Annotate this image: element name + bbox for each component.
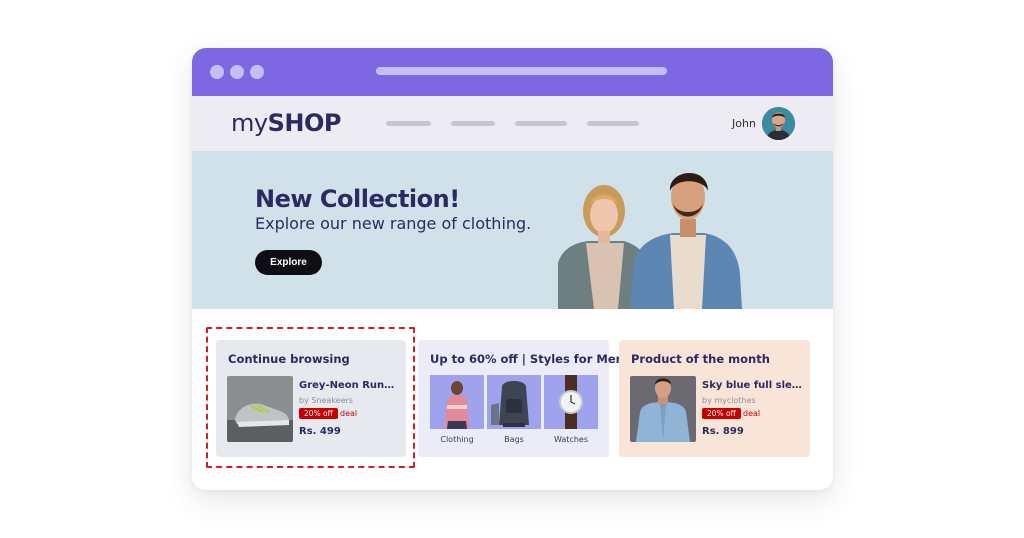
hero-subtitle: Explore our new range of clothing. xyxy=(255,214,532,233)
shirt-photo-icon xyxy=(630,376,696,442)
nav-link-placeholder[interactable] xyxy=(451,121,495,126)
product-of-month-card[interactable]: Product of the month Sky blue full sleev… xyxy=(619,340,810,457)
styles-for-men-card[interactable]: Up to 60% off | Styles for Men Clothing … xyxy=(418,340,624,457)
nav-link-placeholder[interactable] xyxy=(587,121,639,126)
product-price: Rs. 899 xyxy=(702,426,744,437)
window-dot-icon[interactable] xyxy=(210,65,224,79)
window-dot-icon[interactable] xyxy=(250,65,264,79)
user-avatar-icon xyxy=(762,107,795,140)
logo-my-text: my xyxy=(231,109,268,137)
product-price: Rs. 499 xyxy=(299,426,341,437)
address-bar[interactable] xyxy=(376,67,667,75)
nav-link-placeholder[interactable] xyxy=(515,121,567,126)
category-bags-tile[interactable] xyxy=(487,375,541,429)
continue-browsing-card[interactable]: Continue browsing Grey-Neon Runni.. by S… xyxy=(216,340,406,457)
bag-photo-icon xyxy=(487,375,541,429)
deal-label: deal xyxy=(743,409,761,418)
sneaker-photo-icon xyxy=(227,376,293,442)
site-logo[interactable]: mySHOP xyxy=(231,109,341,137)
product-name[interactable]: Sky blue full sleev... xyxy=(702,380,802,391)
category-label[interactable]: Bags xyxy=(487,435,541,444)
browser-window: mySHOP John New Collection! Explore our … xyxy=(192,48,833,490)
discount-badge: 20% off xyxy=(299,408,338,419)
logo-shop-text: SHOP xyxy=(267,109,342,137)
card-title: Continue browsing xyxy=(228,352,350,366)
hero-couple-photo xyxy=(558,172,742,309)
card-title: Up to 60% off | Styles for Men xyxy=(430,352,624,366)
product-brand: by Sneakeers xyxy=(299,396,353,405)
nav-link-placeholder[interactable] xyxy=(386,121,431,126)
user-avatar[interactable] xyxy=(762,107,795,140)
window-dot-icon[interactable] xyxy=(230,65,244,79)
discount-badge: 20% off xyxy=(702,408,741,419)
site-navbar: mySHOP John xyxy=(192,96,833,151)
shirt-thumbnail[interactable] xyxy=(630,376,696,442)
deal-label: deal xyxy=(340,409,358,418)
category-watches-tile[interactable] xyxy=(544,375,598,429)
product-name[interactable]: Grey-Neon Runni.. xyxy=(299,380,399,391)
product-brand: by myclothes xyxy=(702,396,756,405)
watch-photo-icon xyxy=(544,375,598,429)
hero-title: New Collection! xyxy=(255,185,460,213)
username[interactable]: John xyxy=(732,117,756,130)
category-label[interactable]: Watches xyxy=(544,435,598,444)
clothing-photo-icon xyxy=(430,375,484,429)
window-titlebar xyxy=(192,48,833,96)
category-label[interactable]: Clothing xyxy=(430,435,484,444)
hero-banner: New Collection! Explore our new range of… xyxy=(192,151,833,309)
sneaker-thumbnail[interactable] xyxy=(227,376,293,442)
explore-button[interactable]: Explore xyxy=(255,250,322,275)
card-title: Product of the month xyxy=(631,352,770,366)
category-clothing-tile[interactable] xyxy=(430,375,484,429)
